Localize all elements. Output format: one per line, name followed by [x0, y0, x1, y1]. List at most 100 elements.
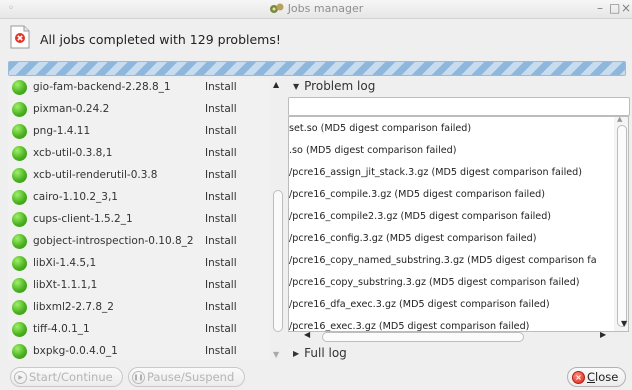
- package-row[interactable]: libXt-1.1.1,1 Install: [8, 274, 270, 296]
- log-line: /pcre16_assign_jit_stack.3.gz (MD5 diges…: [289, 167, 582, 178]
- package-row[interactable]: tiff-4.0.1_1 Install: [8, 318, 270, 340]
- package-row[interactable]: pixman-0.24.2 Install: [8, 98, 270, 120]
- package-name: gobject-introspection-0.10.8_2: [33, 235, 194, 247]
- status-ok-icon: [12, 277, 27, 293]
- package-action: Install: [205, 103, 237, 115]
- package-name: bxpkg-0.0.4.0_1: [33, 345, 118, 357]
- scroll-left-icon[interactable]: ◀: [304, 330, 310, 339]
- play-icon: ▶: [14, 370, 27, 384]
- package-action: Install: [205, 81, 237, 93]
- package-row[interactable]: libXi-1.4.5,1 Install: [8, 252, 270, 274]
- collapsed-arrow-icon: ▶: [293, 349, 300, 358]
- status-ok-icon: [12, 211, 27, 227]
- package-row[interactable]: libxml2-2.7.8_2 Install: [8, 296, 270, 318]
- package-action: Install: [205, 213, 237, 225]
- package-action: Install: [205, 191, 237, 203]
- status-message: All jobs completed with 129 problems!: [40, 32, 281, 47]
- package-row[interactable]: cairo-1.10.2_3,1 Install: [8, 186, 270, 208]
- package-row[interactable]: bxpkg-0.0.4.0_1 Install: [8, 340, 270, 360]
- package-name: libXi-1.4.5,1: [33, 257, 97, 269]
- problem-log-header-field: [288, 97, 630, 116]
- window-title: Jobs manager: [0, 2, 632, 15]
- package-action: Install: [205, 147, 237, 159]
- status-ok-icon: [12, 145, 27, 161]
- error-document-icon: [10, 25, 30, 49]
- full-log-expander[interactable]: ▶ Full log: [293, 346, 347, 360]
- pause-suspend-label: Pause/Suspend: [147, 370, 235, 384]
- package-row[interactable]: xcb-util-renderutil-0.3.8 Install: [8, 164, 270, 186]
- package-row[interactable]: gobject-introspection-0.10.8_2 Install: [8, 230, 270, 252]
- maximize-icon[interactable]: □: [609, 1, 620, 15]
- start-continue-button[interactable]: ▶ Start/Continue: [10, 367, 123, 387]
- package-action: Install: [205, 323, 237, 335]
- package-name: xcb-util-renderutil-0.3.8: [33, 169, 158, 181]
- log-line: /pcre16_compile2.3.gz (MD5 digest compar…: [289, 211, 552, 222]
- status-ok-icon: [12, 343, 27, 359]
- package-name: tiff-4.0.1_1: [33, 323, 90, 335]
- package-row[interactable]: cups-client-1.5.2_1 Install: [8, 208, 270, 230]
- status-ok-icon: [12, 123, 27, 139]
- pause-icon: ❚❚: [132, 370, 145, 384]
- log-line: set.so (MD5 digest comparison failed): [289, 123, 472, 134]
- package-action: Install: [205, 301, 237, 313]
- status-ok-icon: [12, 233, 27, 249]
- jobs-manager-icon: [269, 3, 284, 13]
- log-line: .so (MD5 digest comparison failed): [289, 145, 457, 156]
- close-label: Close: [587, 370, 619, 384]
- status-ok-icon: [12, 189, 27, 205]
- package-name: libxml2-2.7.8_2: [33, 301, 114, 313]
- close-window-icon[interactable]: ×: [621, 1, 631, 15]
- scroll-down-icon[interactable]: ▼: [273, 350, 279, 359]
- package-action: Install: [205, 169, 237, 181]
- log-line: /pcre16_compile.3.gz (MD5 digest compari…: [289, 189, 545, 200]
- package-action: Install: [205, 257, 237, 269]
- package-name: pixman-0.24.2: [33, 103, 110, 115]
- status-ok-icon: [12, 79, 27, 95]
- scrollbar-thumb[interactable]: [617, 125, 627, 327]
- log-line: /pcre16_copy_substring.3.gz (MD5 digest …: [289, 277, 580, 288]
- package-row[interactable]: png-1.4.11 Install: [8, 120, 270, 142]
- package-name: libXt-1.1.1,1: [33, 279, 98, 291]
- status-ok-icon: [12, 299, 27, 315]
- window-title-text: Jobs manager: [287, 2, 364, 15]
- package-action: Install: [205, 279, 237, 291]
- log-line: /pcre16_config.3.gz (MD5 digest comparis…: [289, 233, 537, 244]
- scroll-down-icon[interactable]: ▼: [621, 319, 627, 328]
- status-ok-icon: [12, 101, 27, 117]
- scrollbar-thumb[interactable]: [322, 332, 524, 342]
- expanded-arrow-icon: ▼: [293, 82, 300, 91]
- scrollbar-thumb[interactable]: [273, 190, 283, 332]
- log-line: /pcre16_dfa_exec.3.gz (MD5 digest compar…: [289, 299, 550, 310]
- minimize-icon[interactable]: –: [597, 1, 603, 15]
- package-list-scrollbar[interactable]: ▲ ▼: [270, 78, 284, 360]
- package-action: Install: [205, 235, 237, 247]
- status-ok-icon: [12, 255, 27, 271]
- title-bar: ◦ Jobs manager – □ ×: [0, 0, 632, 19]
- package-name: cairo-1.10.2_3,1: [33, 191, 118, 203]
- package-name: xcb-util-0.3.8,1: [33, 147, 113, 159]
- problem-log-label: Problem log: [304, 79, 376, 93]
- problem-log-text[interactable]: set.so (MD5 digest comparison failed) .so…: [288, 116, 616, 332]
- close-button[interactable]: × Close: [567, 367, 626, 387]
- progress-bar: [8, 61, 626, 76]
- start-continue-label: Start/Continue: [29, 370, 113, 384]
- package-name: cups-client-1.5.2_1: [33, 213, 133, 225]
- problem-log-hscrollbar[interactable]: ◀ ▶: [296, 330, 614, 343]
- log-line: /pcre16_copy_named_substring.3.gz (MD5 d…: [289, 255, 597, 266]
- problem-log-expander[interactable]: ▼ Problem log: [293, 79, 375, 93]
- package-row[interactable]: xcb-util-0.3.8,1 Install: [8, 142, 270, 164]
- package-action: Install: [205, 125, 237, 137]
- package-list: gio-fam-backend-2.28.8_1 Install pixman-0.…: [8, 78, 270, 360]
- full-log-label: Full log: [304, 346, 347, 360]
- scroll-right-icon[interactable]: ▶: [600, 330, 606, 339]
- progress-fill: [9, 62, 625, 75]
- scroll-up-icon[interactable]: ▲: [617, 115, 622, 123]
- problem-log-vscrollbar[interactable]: ▲: [614, 115, 629, 332]
- pause-suspend-button[interactable]: ❚❚ Pause/Suspend: [128, 367, 245, 387]
- close-icon: ×: [572, 370, 585, 384]
- package-name: png-1.4.11: [33, 125, 91, 137]
- status-ok-icon: [12, 321, 27, 337]
- package-row[interactable]: gio-fam-backend-2.28.8_1 Install: [8, 78, 270, 98]
- package-action: Install: [205, 345, 237, 357]
- scroll-up-icon[interactable]: ▲: [273, 80, 279, 89]
